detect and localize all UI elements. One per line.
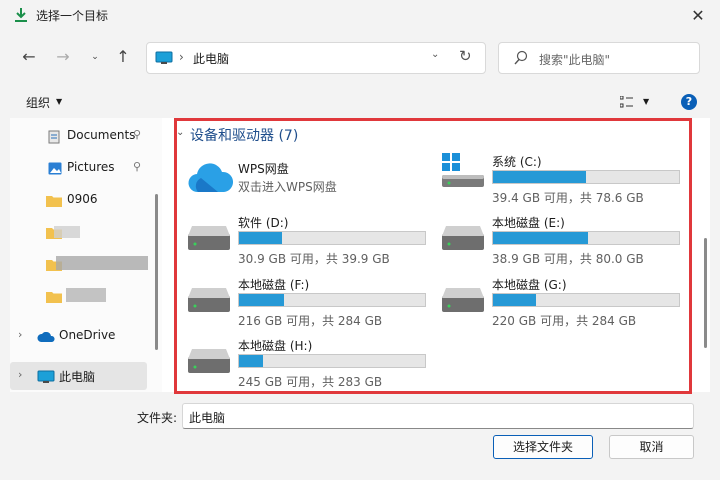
search-box[interactable]: 搜索"此电脑": [498, 42, 700, 74]
highlight-box: [174, 118, 692, 394]
close-button[interactable]: ✕: [684, 4, 712, 28]
window-title: 选择一个目标: [36, 9, 109, 23]
sidebar-item-onedrive[interactable]: › OneDrive: [10, 322, 150, 350]
content-scrollbar[interactable]: [704, 238, 707, 348]
chevron-down-icon: ⌄: [91, 52, 99, 62]
folder-label: 文件夹:: [137, 411, 178, 425]
pc-icon: [155, 51, 173, 64]
folder-icon: [46, 292, 62, 303]
sidebar-scrollbar[interactable]: [155, 194, 158, 350]
address-text: 此电脑: [193, 52, 230, 66]
close-icon: ✕: [691, 6, 705, 25]
onedrive-icon: [37, 332, 55, 342]
forward-button[interactable]: →: [50, 44, 76, 70]
recent-locations-button[interactable]: ⌄: [82, 44, 108, 70]
sidebar-item-pictures[interactable]: Pictures ⚲: [10, 154, 150, 182]
pc-icon: [37, 370, 55, 383]
navigation-pane: Documents ⚲ Pictures ⚲ 0906 › OneDrive ›: [10, 118, 162, 392]
address-bar[interactable]: › 此电脑 ⌄ ↻: [146, 42, 486, 74]
redacted-label: [56, 256, 148, 270]
back-button[interactable]: ←: [16, 44, 42, 70]
sidebar-item-label: OneDrive: [59, 328, 116, 342]
sidebar-item-blurred-folder[interactable]: [10, 282, 150, 310]
chevron-right-icon[interactable]: ›: [18, 328, 22, 341]
cancel-button[interactable]: 取消: [609, 435, 694, 459]
arrow-right-icon: →: [56, 47, 70, 66]
search-icon: [514, 50, 528, 65]
refresh-icon[interactable]: ↻: [459, 47, 472, 65]
sidebar-item-blurred-folder[interactable]: [10, 250, 150, 278]
pictures-icon: [48, 162, 62, 175]
sidebar-item-documents[interactable]: Documents ⚲: [10, 122, 150, 150]
caret-down-icon[interactable]: ▼: [643, 97, 649, 106]
chevron-right-icon: ›: [179, 50, 184, 64]
sidebar-item-this-pc[interactable]: › 此电脑: [10, 362, 147, 390]
pin-icon[interactable]: ⚲: [133, 160, 141, 173]
select-folder-button[interactable]: 选择文件夹: [493, 435, 593, 459]
up-button[interactable]: ↑: [110, 44, 136, 70]
sidebar-item-0906[interactable]: 0906: [10, 186, 150, 214]
caret-down-icon[interactable]: ▼: [56, 97, 62, 106]
sidebar-item-label: 0906: [67, 192, 98, 206]
arrow-left-icon: ←: [22, 47, 36, 66]
download-icon: [15, 8, 27, 22]
organize-menu[interactable]: 组织: [26, 94, 50, 111]
redacted-label: [54, 226, 80, 238]
help-icon[interactable]: ?: [681, 94, 697, 110]
view-options-icon[interactable]: [620, 96, 634, 108]
folder-input[interactable]: 此电脑: [182, 403, 694, 429]
documents-icon: [48, 130, 60, 144]
redacted-label: [66, 288, 106, 302]
address-dropdown-icon[interactable]: ⌄: [431, 49, 439, 60]
arrow-up-icon: ↑: [116, 47, 130, 66]
pin-icon[interactable]: ⚲: [133, 128, 141, 141]
folder-icon: [46, 196, 62, 207]
sidebar-item-blurred-folder[interactable]: [10, 218, 150, 246]
folder-input-value: 此电脑: [189, 411, 226, 425]
chevron-right-icon[interactable]: ›: [18, 368, 22, 381]
sidebar-item-label: Documents: [67, 128, 136, 142]
sidebar-item-label: 此电脑: [59, 370, 96, 384]
sidebar-item-label: Pictures: [67, 160, 115, 174]
search-placeholder: 搜索"此电脑": [539, 53, 611, 67]
